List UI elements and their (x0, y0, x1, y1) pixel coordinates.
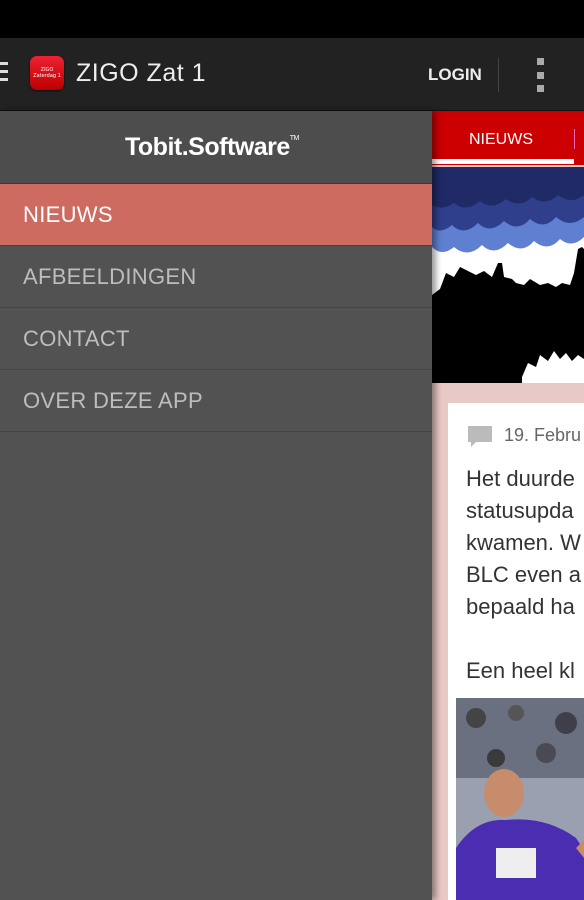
news-content: NIEUWS 19. Febru Het duurde statusupda k… (432, 111, 584, 900)
tab-bar: NIEUWS (432, 111, 584, 165)
post-date: 19. Febru (504, 425, 582, 445)
action-bar: ZIGO Zaterdag 1 ZIGO Zat 1 LOGIN (0, 38, 584, 111)
comment-icon (468, 425, 492, 447)
news-card[interactable]: 19. Febru Het duurde statusupda kwamen. … (448, 403, 584, 900)
navigation-drawer: Tobit.SoftwareTM NIEUWS AFBEELDINGEN CON… (0, 111, 432, 900)
drawer-item-contact[interactable]: CONTACT (0, 308, 432, 370)
tab-indicator (432, 159, 574, 164)
app-icon[interactable]: ZIGO Zaterdag 1 (30, 56, 64, 90)
tobit-software-logo: Tobit.SoftwareTM (125, 133, 299, 162)
tab-separator (574, 129, 575, 149)
logo-text: Tobit.Software (125, 133, 290, 161)
post-line: statusupda (466, 498, 574, 523)
post-text: Het duurde statusupda kwamen. W BLC even… (466, 463, 581, 687)
post-line: Het duurde (466, 466, 575, 491)
status-bar (0, 0, 584, 38)
post-line: Een heel kl (466, 658, 575, 683)
drawer-header: Tobit.SoftwareTM (0, 111, 432, 184)
app-icon-text: ZIGO Zaterdag 1 (33, 67, 61, 79)
post-line: BLC even a (466, 562, 581, 587)
post-meta: 19. Febru (468, 425, 582, 447)
drawer-menu: NIEUWS AFBEELDINGEN CONTACT OVER DEZE AP… (0, 184, 432, 432)
post-line: kwamen. W (466, 530, 581, 555)
post-photo[interactable] (456, 698, 584, 900)
post-line: bepaald ha (466, 594, 575, 619)
drawer-item-nieuws[interactable]: NIEUWS (0, 184, 432, 246)
overflow-menu-icon[interactable] (537, 58, 545, 92)
header-image (432, 167, 584, 383)
login-button[interactable]: LOGIN (428, 65, 482, 85)
drawer-item-afbeeldingen[interactable]: AFBEELDINGEN (0, 246, 432, 308)
logo-trademark: TM (289, 135, 300, 142)
actionbar-divider (498, 58, 499, 92)
app-title[interactable]: ZIGO Zat 1 (76, 59, 206, 88)
drawer-item-over-deze-app[interactable]: OVER DEZE APP (0, 370, 432, 432)
hamburger-icon[interactable] (0, 62, 8, 86)
tab-nieuws[interactable]: NIEUWS (469, 131, 533, 149)
